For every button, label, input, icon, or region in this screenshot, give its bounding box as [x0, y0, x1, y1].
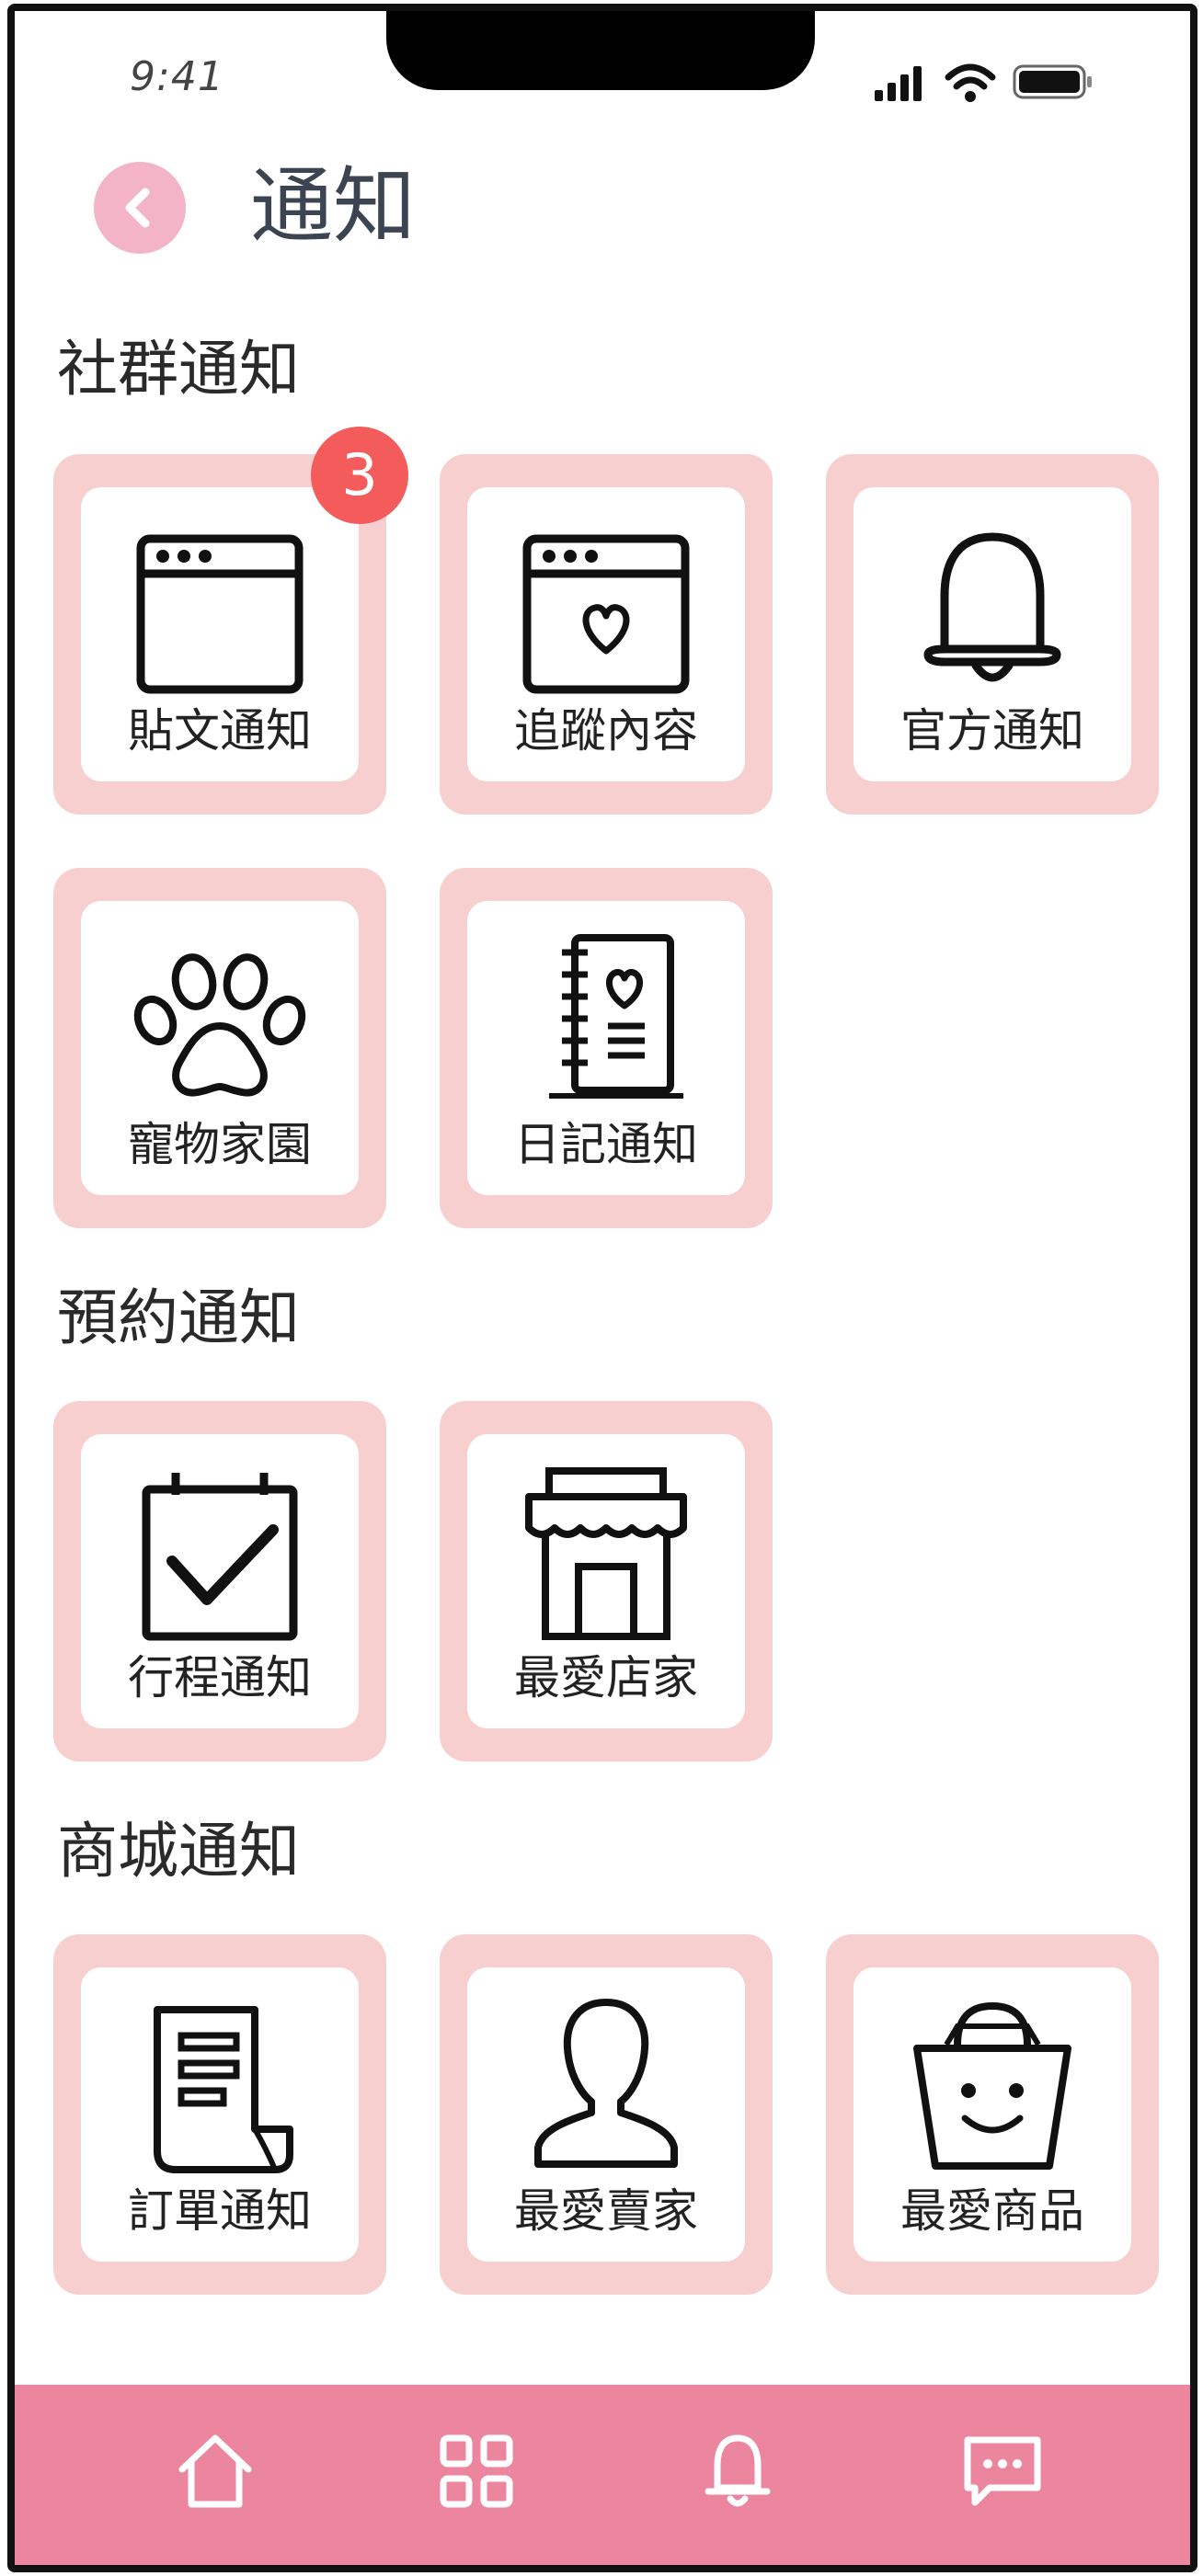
home-icon	[178, 2434, 252, 2508]
tile-pet-home[interactable]: 寵物家園	[53, 868, 386, 1228]
bell-icon	[923, 532, 1061, 682]
tile-label: 最愛店家	[514, 1651, 698, 1704]
tile-label: 行程通知	[128, 1651, 312, 1704]
tile-label: 最愛商品	[900, 2184, 1084, 2238]
tile-favorite-products[interactable]: 最愛商品	[826, 1934, 1159, 2295]
receipt-icon	[154, 2006, 293, 2173]
tile-label: 追蹤內容	[514, 704, 698, 758]
diary-icon	[549, 934, 683, 1099]
nav-messages[interactable]	[957, 2425, 1048, 2517]
tile-order-notifications[interactable]: 訂單通知	[53, 1934, 386, 2295]
notification-badge: 3	[311, 427, 408, 524]
grid-icon	[440, 2434, 513, 2508]
nav-apps[interactable]	[430, 2425, 522, 2517]
status-icons	[875, 59, 1114, 108]
browser-window-icon	[136, 534, 304, 694]
page-title: 通知	[250, 158, 416, 255]
back-button[interactable]	[94, 162, 186, 254]
browser-heart-icon	[522, 534, 690, 694]
nav-home[interactable]	[169, 2425, 261, 2517]
section-title-booking: 預約通知	[57, 1282, 300, 1353]
tile-label: 貼文通知	[128, 704, 312, 758]
bottom-nav	[15, 2385, 1190, 2565]
tile-post-notifications[interactable]: 貼文通知 3	[53, 427, 408, 815]
nav-notifications[interactable]	[692, 2425, 784, 2517]
tile-favorite-stores[interactable]: 最愛店家	[440, 1401, 773, 1761]
tile-label: 寵物家園	[128, 1118, 312, 1171]
user-icon	[534, 1999, 678, 2168]
tile-favorite-sellers[interactable]: 最愛賣家	[440, 1934, 773, 2295]
tile-official-notifications[interactable]: 官方通知	[826, 454, 1159, 815]
tile-followed-content[interactable]: 追蹤內容	[440, 454, 773, 815]
tile-schedule-notifications[interactable]: 行程通知	[53, 1401, 386, 1761]
shopping-bag-icon	[913, 2001, 1071, 2170]
tile-label: 最愛賣家	[514, 2184, 698, 2238]
bell-icon	[705, 2434, 771, 2507]
chat-icon	[964, 2436, 1041, 2506]
wifi-icon	[945, 63, 996, 102]
notch	[386, 11, 815, 90]
status-time: 9:41	[130, 53, 224, 100]
tile-label: 訂單通知	[128, 2184, 312, 2238]
phone-frame: 9:41 通知 社群通知 貼文通知 3 追蹤內容 官方通知 寵物家園 日記通知 …	[7, 4, 1197, 2572]
battery-icon	[1013, 64, 1092, 99]
section-title-social: 社群通知	[57, 334, 300, 405]
tile-diary-notifications[interactable]: 日記通知	[440, 868, 773, 1228]
tile-label: 官方通知	[900, 704, 1084, 758]
calendar-check-icon	[142, 1473, 298, 1641]
tile-label: 日記通知	[514, 1118, 698, 1171]
signal-icon	[875, 66, 922, 101]
section-title-mall: 商城通知	[57, 1816, 300, 1886]
paw-icon	[133, 953, 306, 1097]
chevron-left-icon	[125, 188, 150, 228]
store-icon	[525, 1467, 687, 1640]
